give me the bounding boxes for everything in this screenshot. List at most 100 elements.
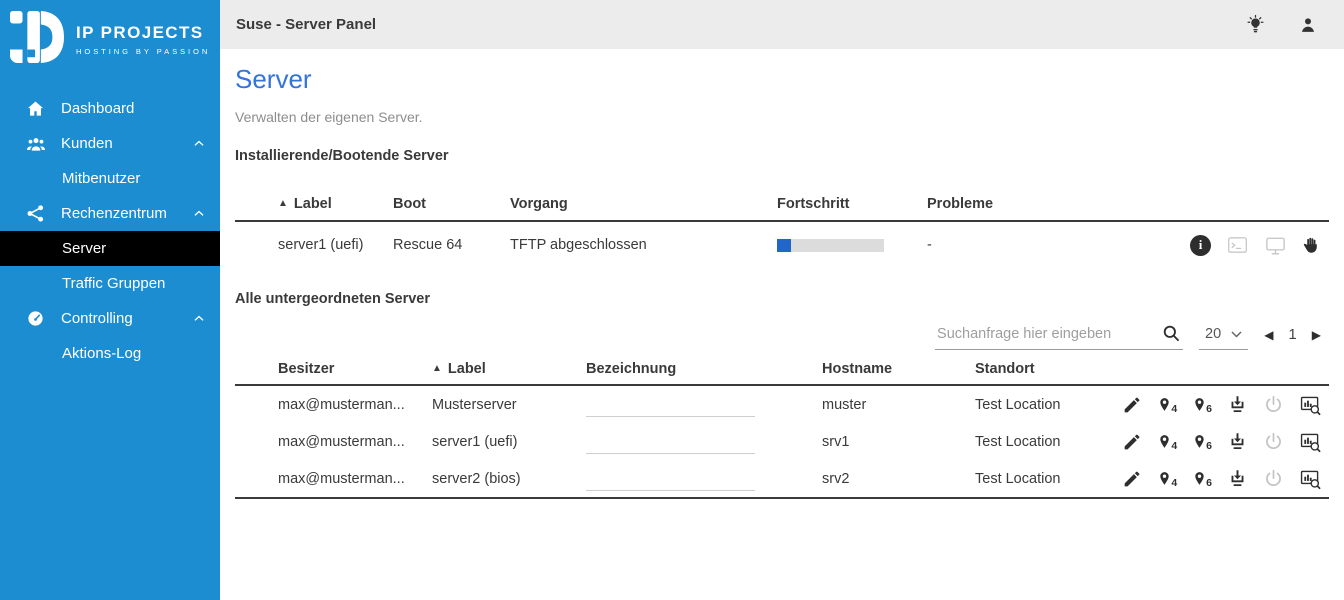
bezeichnung-input[interactable] — [586, 392, 755, 417]
chevron-up-icon — [194, 315, 204, 322]
progress-fill — [777, 239, 791, 252]
sidebar-item-controlling[interactable]: Controlling — [0, 301, 220, 336]
ipv6-pin-icon[interactable]: 6 — [1192, 471, 1212, 486]
sidebar-item-label: Kunden — [61, 135, 113, 152]
sidebar-item-label: Server — [62, 240, 106, 257]
stats-search-icon[interactable] — [1299, 431, 1321, 453]
terminal-icon — [1226, 234, 1249, 257]
ipv4-pin-icon[interactable]: 4 — [1157, 471, 1177, 486]
sidebar-item-label: Dashboard — [61, 100, 134, 117]
stats-search-icon[interactable] — [1299, 394, 1321, 416]
install-icon[interactable] — [1227, 431, 1248, 452]
server-table: Besitzer ▲ Label Bezeichnung Hostname St… — [235, 354, 1329, 499]
bezeichnung-input[interactable] — [586, 429, 755, 454]
power-icon[interactable] — [1263, 431, 1284, 452]
page-number: 1 — [1288, 326, 1296, 343]
main-area: Suse - Server Panel — [220, 0, 1344, 600]
table-row: max@musterman... Musterserver muster Tes… — [235, 386, 1329, 423]
brand-tagline: HOSTING BY PASSION — [76, 47, 210, 56]
column-header-probleme[interactable]: Probleme — [927, 196, 1030, 212]
info-icon[interactable]: i — [1190, 235, 1211, 256]
home-icon — [26, 99, 48, 118]
edit-icon[interactable] — [1122, 395, 1142, 415]
pagination: ◀ 1 ▶ — [1264, 326, 1329, 343]
cell-label: Musterserver — [432, 397, 586, 413]
column-header-standort[interactable]: Standort — [975, 361, 1120, 377]
cell-label: server1 (uefi) — [432, 434, 586, 450]
chevron-down-icon — [1231, 326, 1242, 342]
topbar: Suse - Server Panel — [220, 0, 1344, 49]
stats-search-icon[interactable] — [1299, 468, 1321, 490]
cell-standort: Test Location — [975, 397, 1120, 413]
sidebar-item-label: Rechenzentrum — [61, 205, 167, 222]
cell-besitzer: max@musterman... — [235, 434, 432, 450]
sidebar-item-traffic-gruppen[interactable]: Traffic Gruppen — [0, 266, 220, 301]
page-subtitle: Verwalten der eigenen Server. — [235, 109, 1329, 125]
boot-table-header: ▲ Label Boot Vorgang Fortschritt Problem… — [235, 188, 1329, 222]
edit-icon[interactable] — [1122, 432, 1142, 452]
search-icon[interactable] — [1155, 323, 1183, 345]
cell-hostname: muster — [822, 397, 975, 413]
column-header-hostname[interactable]: Hostname — [822, 361, 975, 377]
brand[interactable]: IP PROJECTS HOSTING BY PASSION — [0, 0, 220, 75]
sidebar-item-dashboard[interactable]: Dashboard — [0, 91, 220, 126]
boot-table-row: server1 (uefi) Rescue 64 TFTP abgeschlos… — [235, 222, 1329, 268]
edit-icon[interactable] — [1122, 469, 1142, 489]
boot-row-probleme: - — [927, 237, 1030, 253]
power-icon[interactable] — [1263, 468, 1284, 489]
table-row: max@musterman... server2 (bios) srv2 Tes… — [235, 460, 1329, 497]
sidebar-item-label: Traffic Gruppen — [62, 275, 165, 292]
column-header-besitzer[interactable]: Besitzer — [235, 361, 432, 377]
column-header-label[interactable]: ▲ Label — [432, 361, 586, 377]
boot-table: ▲ Label Boot Vorgang Fortschritt Problem… — [235, 188, 1329, 268]
boot-row-vorgang: TFTP abgeschlossen — [510, 237, 777, 253]
sidebar-item-aktions-log[interactable]: Aktions-Log — [0, 336, 220, 371]
column-header-fortschritt[interactable]: Fortschritt — [777, 196, 927, 212]
cell-label: server2 (bios) — [432, 471, 586, 487]
sidebar-item-mitbenutzer[interactable]: Mitbenutzer — [0, 161, 220, 196]
topbar-title: Suse - Server Panel — [236, 16, 376, 33]
next-page-icon[interactable]: ▶ — [1312, 328, 1321, 342]
sidebar-item-kunden[interactable]: Kunden — [0, 126, 220, 161]
table-row: max@musterman... server1 (uefi) srv1 Tes… — [235, 423, 1329, 460]
power-icon[interactable] — [1263, 394, 1284, 415]
user-icon[interactable] — [1298, 15, 1318, 35]
chevron-up-icon — [194, 210, 204, 217]
ipv4-pin-icon[interactable]: 4 — [1157, 397, 1177, 412]
sort-asc-icon: ▲ — [278, 199, 288, 209]
ipv6-pin-icon[interactable]: 6 — [1192, 434, 1212, 449]
sidebar-item-label: Mitbenutzer — [62, 170, 140, 187]
column-header-vorgang[interactable]: Vorgang — [510, 196, 777, 212]
section-all-title: Alle untergeordneten Server — [235, 291, 1329, 307]
sidebar-item-label: Aktions-Log — [62, 345, 141, 362]
section-installing-title: Installierende/Bootende Server — [235, 148, 1329, 164]
column-header-label[interactable]: ▲ Label — [235, 196, 393, 212]
server-table-header: Besitzer ▲ Label Bezeichnung Hostname St… — [235, 354, 1329, 386]
gauge-icon — [26, 309, 48, 328]
boot-row-label: server1 (uefi) — [235, 237, 393, 253]
sidebar-item-rechenzentrum[interactable]: Rechenzentrum — [0, 196, 220, 231]
search-box — [935, 319, 1183, 350]
bezeichnung-input[interactable] — [586, 466, 755, 491]
cell-standort: Test Location — [975, 434, 1120, 450]
sidebar-item-server[interactable]: Server — [0, 231, 220, 266]
chevron-up-icon — [194, 140, 204, 147]
page-size-select[interactable]: 20 — [1199, 319, 1248, 350]
search-input[interactable] — [935, 325, 1155, 343]
column-header-bezeichnung[interactable]: Bezeichnung — [586, 361, 822, 377]
monitor-icon — [1264, 234, 1287, 257]
app: IP PROJECTS HOSTING BY PASSION Dashboard — [0, 0, 1344, 600]
column-header-boot[interactable]: Boot — [393, 196, 510, 212]
install-icon[interactable] — [1227, 394, 1248, 415]
brand-name: IP PROJECTS — [76, 23, 210, 43]
content: Server Verwalten der eigenen Server. Ins… — [220, 49, 1344, 499]
prev-page-icon[interactable]: ◀ — [1264, 328, 1273, 342]
ipv4-pin-icon[interactable]: 4 — [1157, 434, 1177, 449]
sidebar: IP PROJECTS HOSTING BY PASSION Dashboard — [0, 0, 220, 600]
network-icon — [26, 204, 48, 223]
hand-icon[interactable] — [1302, 236, 1321, 255]
cell-hostname: srv2 — [822, 471, 975, 487]
install-icon[interactable] — [1227, 468, 1248, 489]
lightbulb-icon[interactable] — [1245, 14, 1266, 35]
ipv6-pin-icon[interactable]: 6 — [1192, 397, 1212, 412]
